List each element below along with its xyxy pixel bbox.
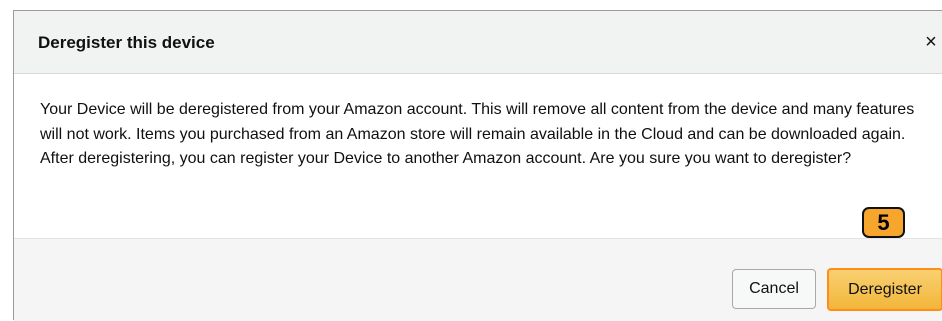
step-number-badge: 5 xyxy=(862,207,905,238)
cancel-button[interactable]: Cancel xyxy=(732,269,816,309)
deregister-button[interactable]: Deregister xyxy=(827,268,942,311)
close-icon[interactable]: × xyxy=(920,28,942,56)
dialog-title: Deregister this device xyxy=(38,33,215,52)
dialog-header: Deregister this device × xyxy=(14,11,942,74)
dialog-message: Your Device will be deregistered from yo… xyxy=(40,101,915,167)
dialog-footer: Cancel Deregister xyxy=(14,238,942,321)
deregister-dialog: Deregister this device × Your Device wil… xyxy=(13,10,942,321)
